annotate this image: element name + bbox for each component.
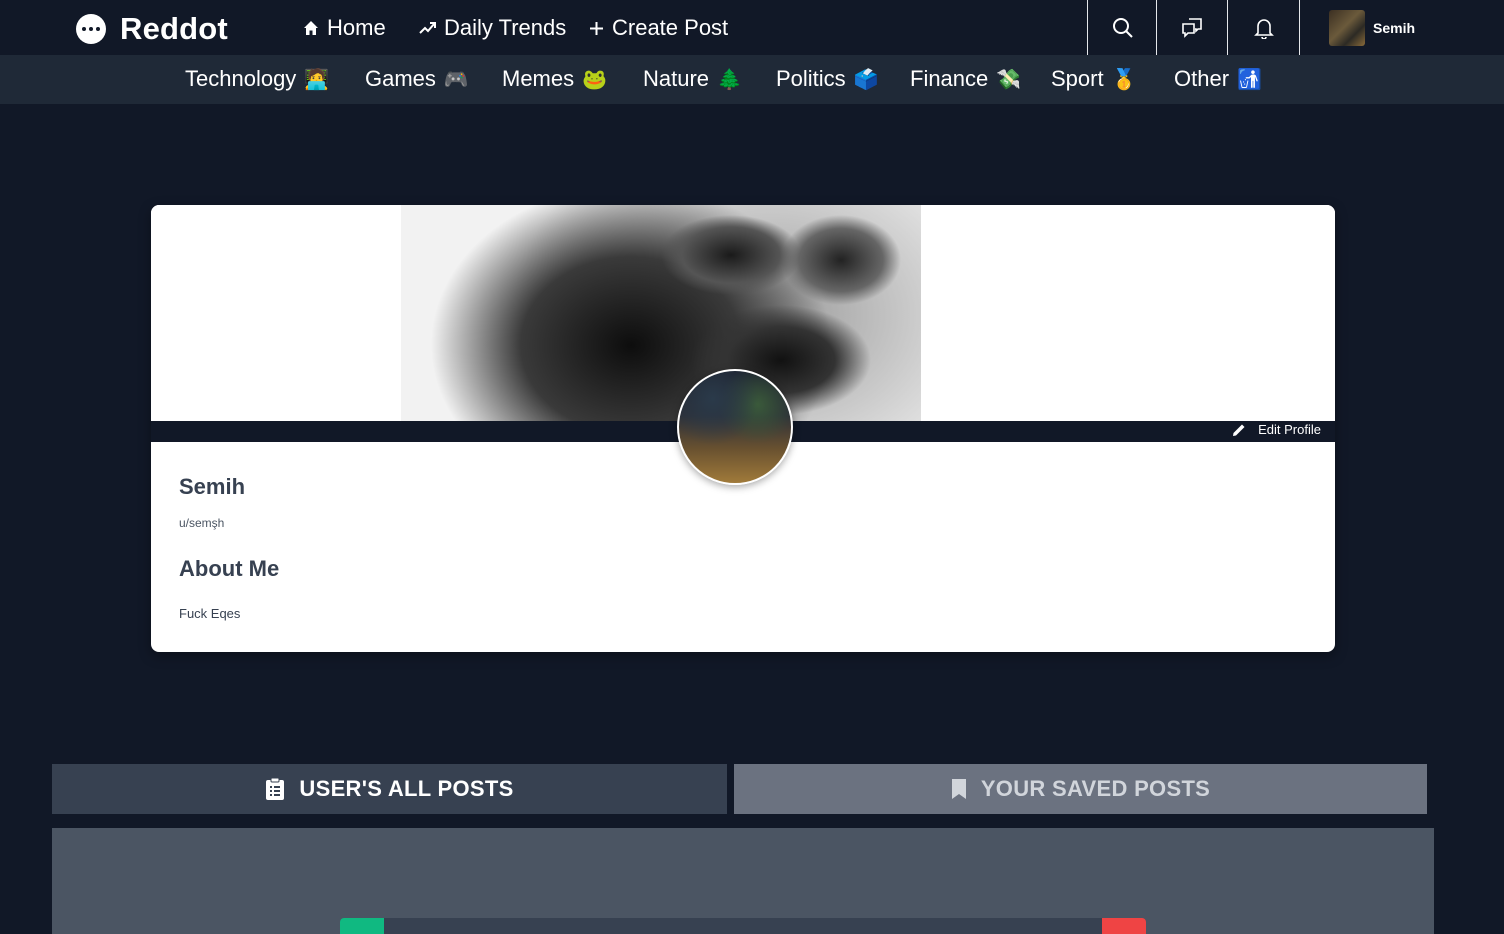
post-card[interactable] [340,918,1146,934]
nav-create-post[interactable]: Create Post [589,14,728,42]
ballot-box-icon: 🗳️ [853,68,879,91]
about-me-heading: About Me [179,556,280,581]
medal-icon: 🥇 [1111,68,1137,91]
category-finance[interactable]: Finance 💸 [910,66,1021,92]
category-label: Finance [910,66,989,91]
profile-name: Semih [179,474,246,499]
category-label: Technology [185,66,297,91]
category-nature[interactable]: Nature 🌲 [643,66,742,92]
tab-users-all-posts-label: USER'S ALL POSTS [299,776,514,801]
user-menu[interactable]: Semih [1299,0,1504,55]
gamepad-icon: 🎮 [443,68,469,91]
search-button[interactable] [1087,0,1157,55]
category-sport[interactable]: Sport 🥇 [1051,66,1137,92]
user-name: Semih [1373,19,1416,36]
nav-create-post-label: Create Post [612,15,729,40]
posts-panel [52,828,1434,934]
category-bar: Technology 🧑‍💻 Games 🎮 Memes 🐸 Nature 🌲 … [0,55,1504,104]
nav-daily-trends-label: Daily Trends [444,15,567,40]
clipboard-list-icon [266,777,285,800]
profile-card: Edit Profile Semih u/semşh About Me Fuck… [151,205,1335,652]
top-navbar: Reddot Home Daily Trends Create Post Sem… [0,0,1504,55]
tree-icon: 🌲 [717,68,742,91]
search-icon [1112,17,1133,38]
technologist-icon: 🧑‍💻 [304,68,330,91]
pencil-icon [1233,424,1245,436]
chat-bubble-logo-icon [76,14,106,44]
category-label: Sport [1051,66,1104,91]
profile-avatar [677,369,793,485]
notifications-button[interactable] [1227,0,1299,55]
nav-home-label: Home [327,15,386,40]
about-me-text: Fuck Eqes [179,606,241,621]
litter-icon: 🚮 [1237,68,1262,91]
avatar [1329,9,1365,46]
category-other[interactable]: Other 🚮 [1174,66,1262,92]
bell-icon [1253,18,1274,39]
profile-username: u/semşh [179,516,225,530]
edit-profile-label: Edit Profile [1258,422,1321,437]
tab-your-saved-posts[interactable]: YOUR SAVED POSTS [734,764,1427,814]
tab-users-all-posts[interactable]: USER'S ALL POSTS [52,764,727,814]
edit-profile-button[interactable]: Edit Profile [1232,422,1321,437]
cover-photo [401,205,921,421]
plus-icon [590,21,603,35]
category-label: Nature [643,66,710,91]
category-games[interactable]: Games 🎮 [365,66,469,92]
nav-daily-trends[interactable]: Daily Trends [419,14,566,42]
brand-name: Reddot [120,11,228,46]
brand-logo[interactable]: Reddot [76,11,228,47]
category-label: Politics [776,66,846,91]
category-label: Other [1174,66,1230,91]
messages-button[interactable] [1156,0,1226,55]
category-label: Memes [502,66,575,91]
upvote-button[interactable] [340,918,384,934]
category-politics[interactable]: Politics 🗳️ [776,66,879,92]
downvote-button[interactable] [1102,918,1146,934]
nav-home[interactable]: Home [303,14,386,42]
category-technology[interactable]: Technology 🧑‍💻 [185,66,329,92]
money-icon: 💸 [996,68,1022,91]
chat-icon [1181,17,1202,38]
trending-icon [419,22,436,34]
frog-icon: 🐸 [582,68,608,91]
tab-your-saved-posts-label: YOUR SAVED POSTS [980,776,1211,801]
category-label: Games [365,66,436,91]
bookmark-icon [951,779,966,799]
home-icon [304,21,318,35]
category-memes[interactable]: Memes 🐸 [502,66,607,92]
